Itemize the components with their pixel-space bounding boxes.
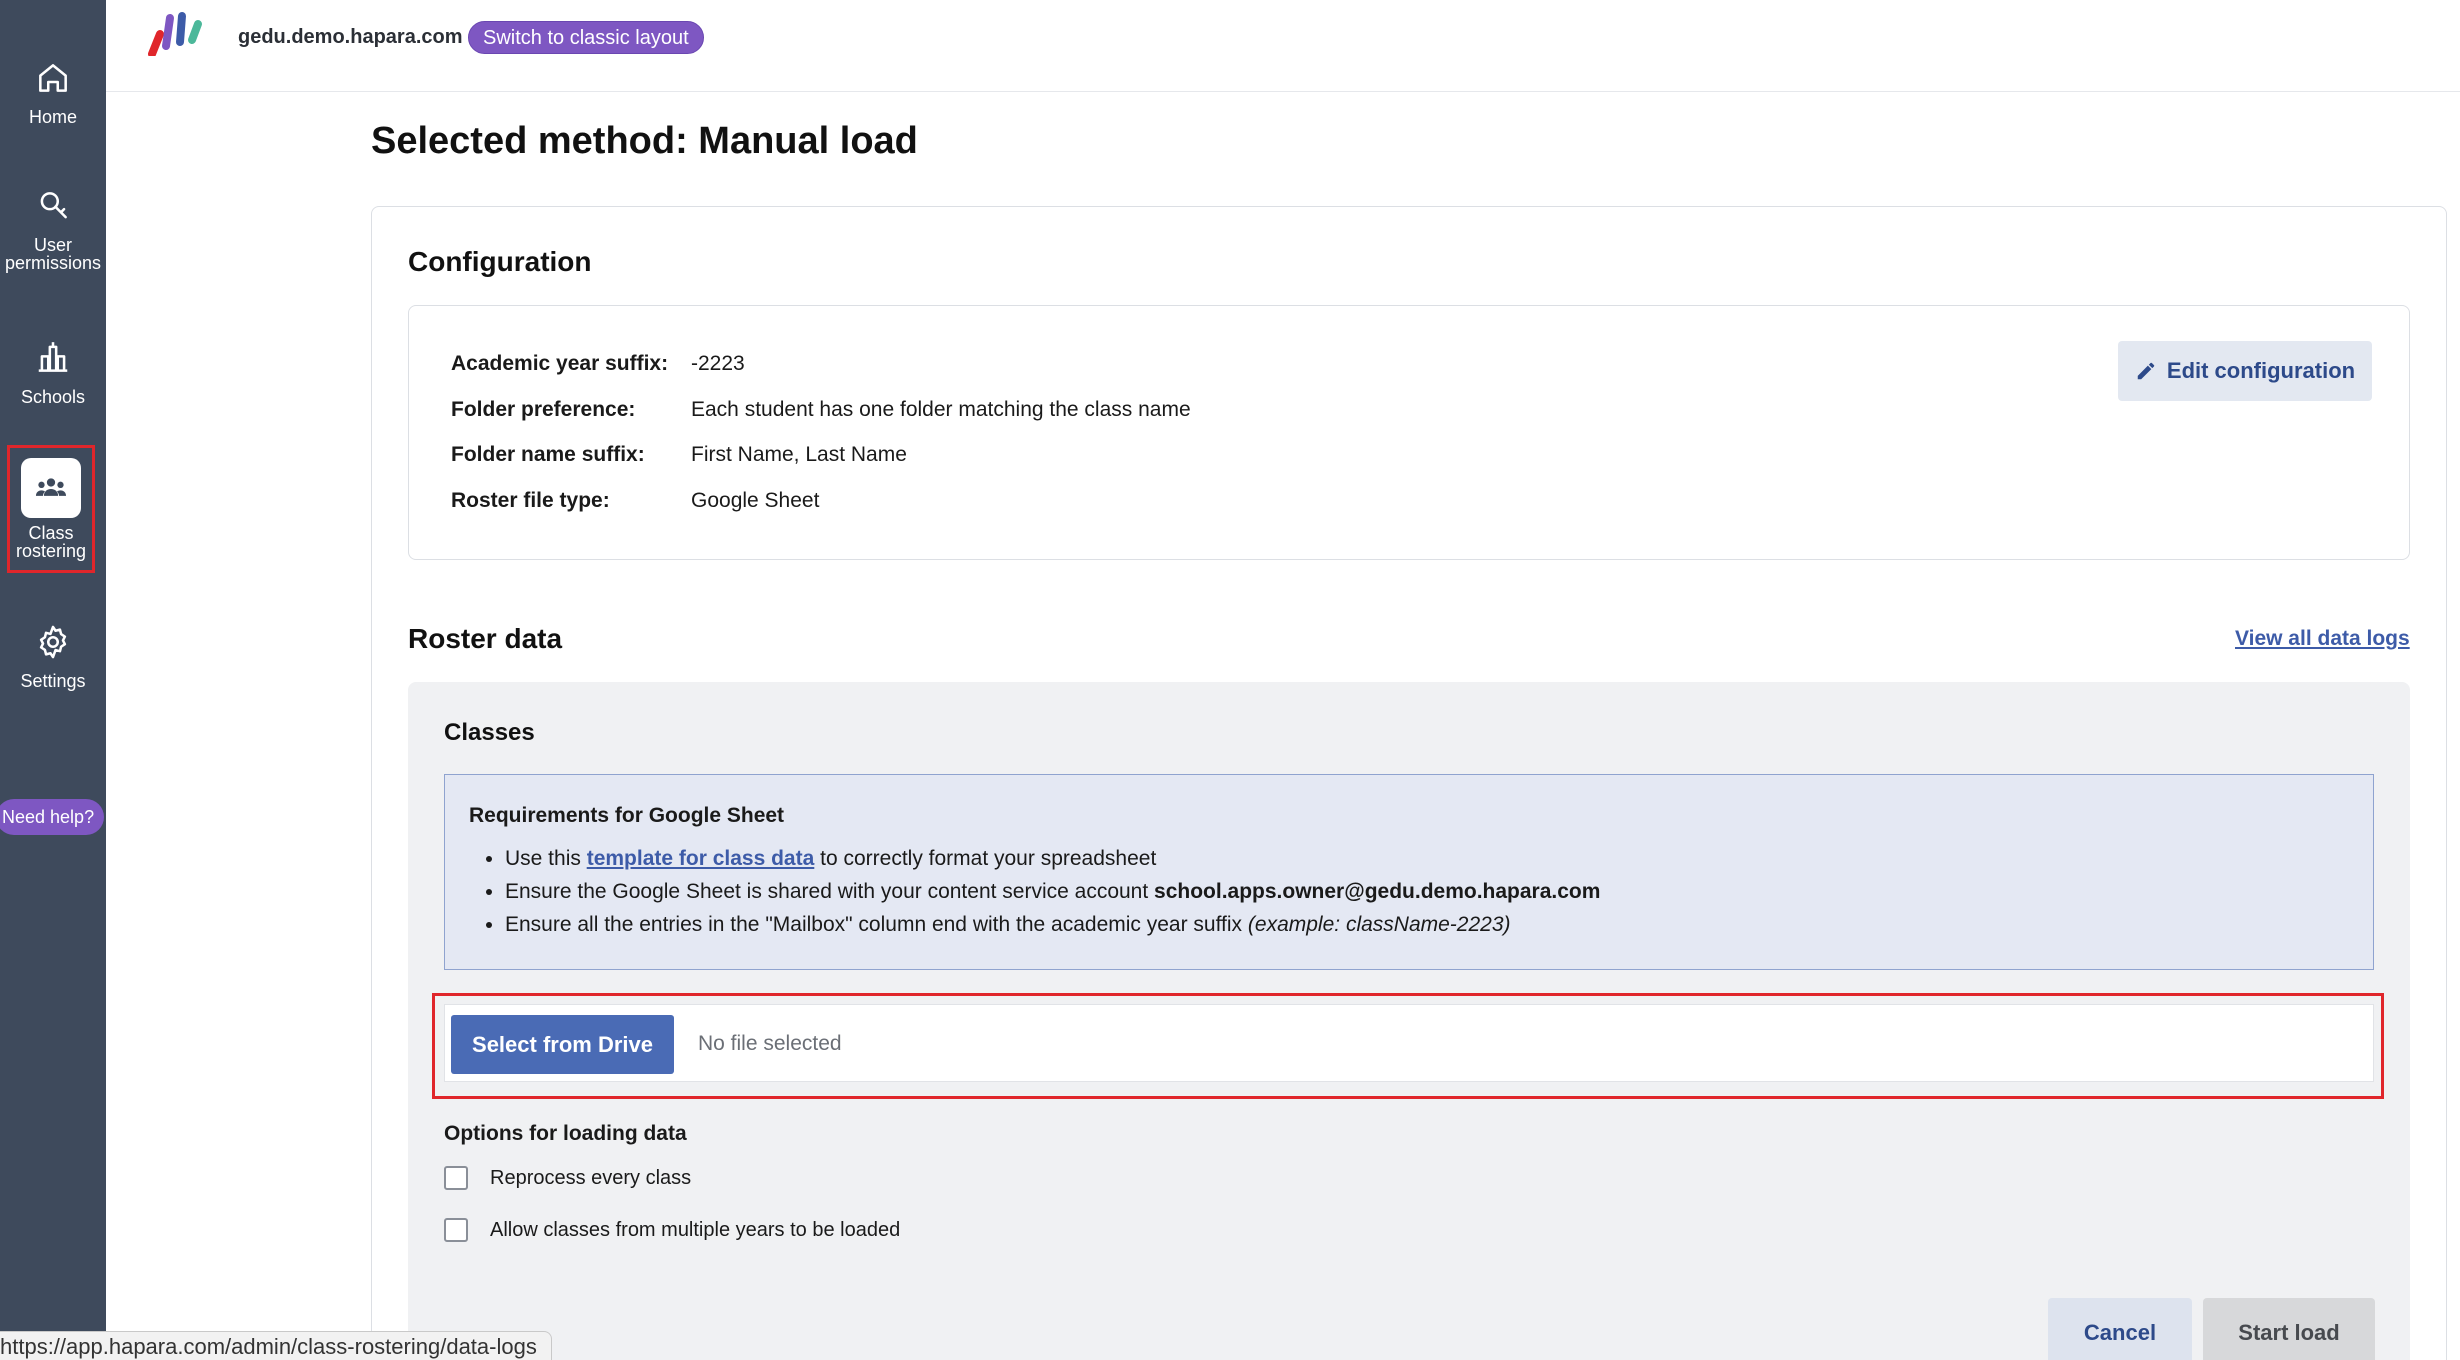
edit-configuration-label: Edit configuration xyxy=(2166,358,2356,383)
sidebar-item-user-permissions[interactable]: User permissions xyxy=(0,176,106,272)
hapara-logo[interactable] xyxy=(140,10,210,56)
view-all-data-logs-link[interactable]: View all data logs xyxy=(2235,627,2410,651)
configuration-panel xyxy=(408,305,2410,560)
config-key: Folder name suffix: xyxy=(451,443,645,466)
people-icon xyxy=(21,458,81,518)
options-heading: Options for loading data xyxy=(444,1122,687,1145)
service-account-email: school.apps.owner@gedu.demo.hapara.com xyxy=(1154,880,1601,903)
status-bar-url: https://app.hapara.com/admin/class-roste… xyxy=(0,1331,552,1360)
need-help-button[interactable]: Need help? xyxy=(0,799,105,835)
list-item: Ensure all the entries in the "Mailbox" … xyxy=(505,913,1600,946)
gear-icon xyxy=(23,612,83,672)
option-allow-multiple-years[interactable]: Allow classes from multiple years to be … xyxy=(444,1218,900,1242)
multiple-years-checkbox[interactable] xyxy=(444,1218,468,1242)
config-key: Roster file type: xyxy=(451,489,610,512)
pencil-icon xyxy=(2137,362,2155,380)
config-value: First Name, Last Name xyxy=(691,443,907,466)
config-key: Academic year suffix: xyxy=(451,352,669,375)
config-key: Folder preference: xyxy=(451,398,636,421)
file-status: No file selected xyxy=(698,1032,842,1055)
sidebar-item-settings[interactable]: Settings xyxy=(0,612,106,690)
sidebar-item-label: User permissions xyxy=(4,235,102,273)
sidebar-item-label: Class rostering xyxy=(15,523,87,561)
requirements-title: Requirements for Google Sheet xyxy=(469,804,785,827)
option-reprocess-every-class[interactable]: Reprocess every class xyxy=(444,1166,691,1190)
key-icon xyxy=(23,176,83,236)
roster-data-heading: Roster data xyxy=(408,623,563,654)
config-value: Each student has one folder matching the… xyxy=(691,398,1191,421)
configuration-heading: Configuration xyxy=(408,246,592,277)
list-item: Use this template for class data to corr… xyxy=(505,847,1600,880)
switch-classic-layout-button[interactable]: Switch to classic layout xyxy=(468,21,704,54)
config-value: -2223 xyxy=(691,352,745,375)
config-value: Google Sheet xyxy=(691,489,820,512)
home-icon xyxy=(23,48,83,108)
domain-label: gedu.demo.hapara.com xyxy=(238,26,463,48)
option-label: Allow classes from multiple years to be … xyxy=(490,1218,901,1241)
school-icon xyxy=(23,328,83,388)
sidebar: Home User permissions Schools Class rost… xyxy=(0,0,106,1360)
reprocess-checkbox[interactable] xyxy=(444,1166,468,1190)
suffix-example: (example: className-2223) xyxy=(1247,913,1511,936)
sidebar-item-class-rostering[interactable]: Class rostering xyxy=(7,445,95,573)
sidebar-item-label: Home xyxy=(28,107,77,127)
sidebar-item-home[interactable]: Home xyxy=(0,48,106,126)
page-title: Selected method: Manual load xyxy=(371,120,918,163)
sidebar-item-label: Settings xyxy=(20,671,86,691)
cancel-button[interactable]: Cancel xyxy=(2048,1298,2192,1360)
list-item: Ensure the Google Sheet is shared with y… xyxy=(505,880,1600,913)
page-title-value: Manual load xyxy=(698,120,918,162)
classes-heading: Classes xyxy=(444,719,535,746)
top-bar: gedu.demo.hapara.com Switch to classic l… xyxy=(106,0,2460,92)
sidebar-item-label: Schools xyxy=(20,387,86,407)
select-from-drive-button[interactable]: Select from Drive xyxy=(451,1015,674,1074)
edit-configuration-button[interactable]: Edit configuration xyxy=(2118,341,2372,401)
page-title-prefix: Selected method: xyxy=(371,120,688,162)
start-load-button[interactable]: Start load xyxy=(2203,1298,2375,1360)
sidebar-item-schools[interactable]: Schools xyxy=(0,328,106,406)
requirements-list: Use this template for class data to corr… xyxy=(505,847,1600,946)
option-label: Reprocess every class xyxy=(490,1166,692,1189)
template-for-class-data-link[interactable]: template for class data xyxy=(587,847,815,870)
